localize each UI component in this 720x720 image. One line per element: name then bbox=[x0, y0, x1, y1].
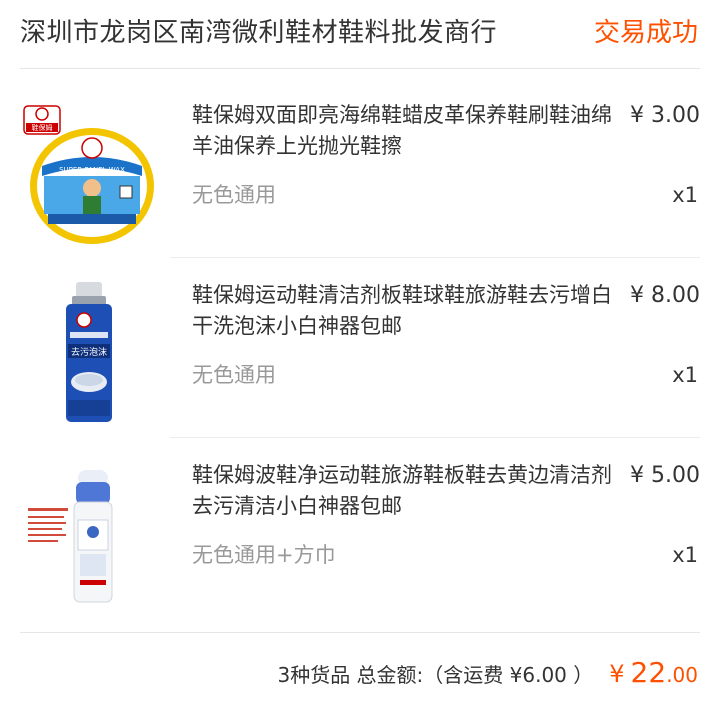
spray-can-icon: 去污泡沫 bbox=[66, 282, 112, 422]
product-image-shoe-wax[interactable]: 鞋保姆 SUPER PANEL WAX bbox=[22, 96, 156, 246]
product-image-shoe-cleaner-bottle[interactable] bbox=[22, 456, 156, 606]
order-item[interactable]: 鞋保姆 SUPER PANEL WAX 鞋保姆双面即亮海绵鞋蜡皮革保养鞋刷鞋油绵… bbox=[0, 80, 720, 258]
summary-line: 3种货品 总金额:（含运费 ¥6.00 ） ¥ 22 .00 bbox=[277, 656, 698, 689]
product-sku: 无色通用 bbox=[192, 363, 276, 387]
item-divider bbox=[170, 437, 700, 438]
total-amount-integer: 22 bbox=[630, 656, 667, 689]
product-image-foam-cleaner[interactable]: 去污泡沫 bbox=[22, 276, 156, 426]
product-quantity: x1 bbox=[672, 543, 698, 567]
shop-name[interactable]: 深圳市龙岗区南湾微利鞋材鞋料批发商行 bbox=[20, 12, 497, 49]
summary-text: 3种货品 总金额:（含运费 ¥6.00 ） bbox=[277, 663, 594, 687]
shoe-wax-tin-icon: 鞋保姆 SUPER PANEL WAX bbox=[23, 105, 154, 244]
order-summary: 3种货品 总金额:（含运费 ¥6.00 ） ¥ 22 .00 bbox=[0, 632, 720, 720]
product-sku: 无色通用+方巾 bbox=[192, 543, 336, 567]
total-amount-decimal: .00 bbox=[666, 663, 698, 687]
product-title[interactable]: 鞋保姆波鞋净运动鞋旅游鞋板鞋去黄边清洁剂去污清洁小白神器包邮 bbox=[192, 460, 618, 522]
order-header: 深圳市龙岗区南湾微利鞋材鞋料批发商行 交易成功 bbox=[0, 0, 720, 68]
product-quantity: x1 bbox=[672, 183, 698, 207]
order-item[interactable]: 去污泡沫 鞋保姆运动鞋清洁剂板鞋球鞋旅游鞋去污增白干洗泡沫小白神器包邮 ¥ 8.… bbox=[0, 260, 720, 438]
product-title[interactable]: 鞋保姆双面即亮海绵鞋蜡皮革保养鞋刷鞋油绵羊油保养上光抛光鞋擦 bbox=[192, 100, 618, 162]
order-item[interactable]: 鞋保姆波鞋净运动鞋旅游鞋板鞋去黄边清洁剂去污清洁小白神器包邮 ¥ 5.00 无色… bbox=[0, 440, 720, 618]
product-price: ¥ 3.00 bbox=[630, 103, 700, 128]
tin-label: SUPER PANEL WAX bbox=[59, 166, 125, 174]
cleaner-bottle-icon bbox=[28, 470, 113, 603]
order-status: 交易成功 bbox=[593, 18, 698, 48]
product-quantity: x1 bbox=[672, 363, 698, 387]
item-divider bbox=[170, 257, 700, 258]
logo-text: 鞋保姆 bbox=[32, 123, 53, 132]
total-currency: ¥ bbox=[609, 660, 625, 688]
product-title[interactable]: 鞋保姆运动鞋清洁剂板鞋球鞋旅游鞋去污增白干洗泡沫小白神器包邮 bbox=[192, 280, 618, 342]
product-sku: 无色通用 bbox=[192, 183, 276, 207]
can-label: 去污泡沫 bbox=[71, 346, 107, 358]
product-price: ¥ 8.00 bbox=[630, 283, 700, 308]
product-price: ¥ 5.00 bbox=[630, 463, 700, 488]
header-divider bbox=[20, 68, 700, 69]
